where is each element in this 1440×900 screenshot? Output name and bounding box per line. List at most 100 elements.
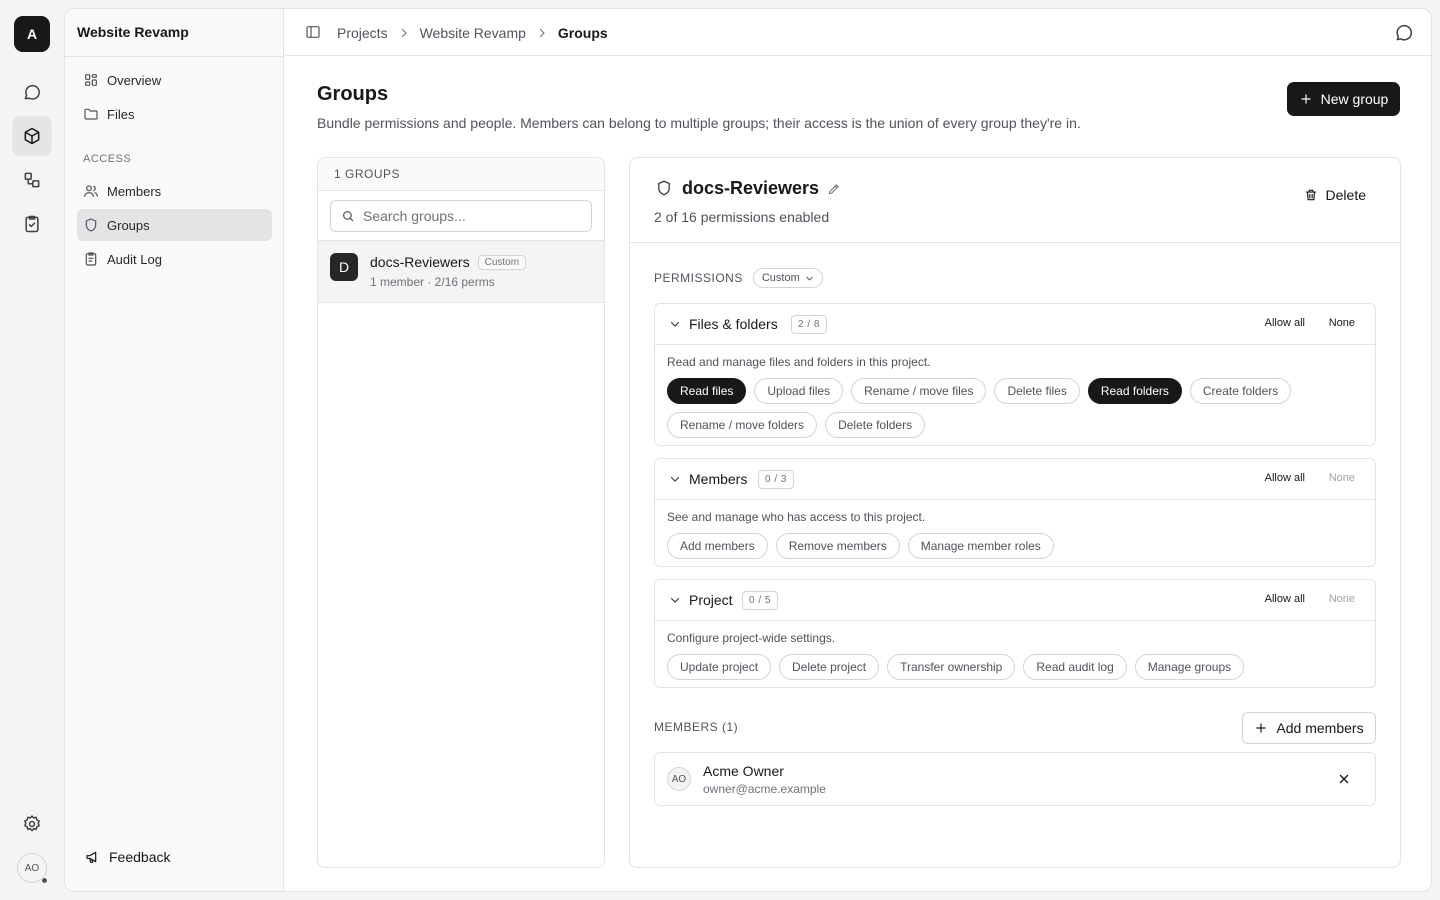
status-dot bbox=[41, 877, 48, 884]
permission-chip-manage-member-roles[interactable]: Manage member roles bbox=[907, 533, 1054, 559]
permission-chip-transfer-ownership[interactable]: Transfer ownership bbox=[887, 654, 1016, 680]
permission-category-files: Files & folders 2 / 8 Allow all None Rea… bbox=[654, 303, 1376, 446]
chat-icon[interactable] bbox=[12, 72, 52, 112]
permission-chip-read-files[interactable]: Read files bbox=[667, 378, 747, 404]
category-header[interactable]: Members 0 / 3 Allow all None bbox=[655, 459, 1375, 500]
sidebar-item-files[interactable]: Files bbox=[77, 98, 272, 130]
sidebar-item-label: Overview bbox=[107, 72, 162, 88]
category-name: Members bbox=[689, 471, 748, 487]
groups-list-panel: 1 GROUPS D docs-Reviewers Custom 1 membe… bbox=[317, 157, 605, 868]
permission-chip-rename-move-files[interactable]: Rename / move files bbox=[851, 378, 987, 404]
permission-chip-manage-groups[interactable]: Manage groups bbox=[1134, 654, 1245, 680]
sidebar-item-label: Members bbox=[107, 183, 162, 199]
permission-chip-rename-move-folders[interactable]: Rename / move folders bbox=[667, 412, 818, 438]
permission-preset-select[interactable]: Custom bbox=[752, 268, 823, 288]
members-heading: MEMBERS (1) bbox=[654, 720, 739, 734]
member-name: Acme Owner bbox=[703, 763, 784, 779]
permission-chip-read-audit-log[interactable]: Read audit log bbox=[1023, 654, 1127, 680]
breadcrumb-project[interactable]: Website Revamp bbox=[420, 25, 526, 41]
groups-count: 1 GROUPS bbox=[318, 158, 604, 191]
folder-icon bbox=[83, 106, 99, 122]
category-description: Configure project-wide settings. bbox=[667, 631, 836, 645]
none-button[interactable]: None bbox=[1329, 593, 1355, 605]
chevron-down-icon[interactable] bbox=[669, 318, 681, 330]
feedback-button[interactable]: Feedback bbox=[85, 849, 170, 865]
delete-group-button[interactable]: Delete bbox=[1292, 180, 1378, 210]
member-email: owner@acme.example bbox=[703, 782, 826, 796]
search-icon bbox=[341, 209, 355, 223]
sidebar-item-label: Files bbox=[107, 106, 135, 122]
permission-chip-add-members[interactable]: Add members bbox=[667, 533, 768, 559]
chevron-right-icon bbox=[398, 27, 410, 39]
group-detail-panel: docs-Reviewers 2 of 16 permissions enabl… bbox=[629, 157, 1401, 868]
category-description: Read and manage files and folders in thi… bbox=[667, 355, 931, 369]
breadcrumb-projects[interactable]: Projects bbox=[337, 25, 388, 41]
clipboard-list-icon bbox=[83, 251, 99, 267]
category-header[interactable]: Files & folders 2 / 8 Allow all None bbox=[655, 304, 1375, 345]
top-bar: Projects Website Revamp Groups bbox=[285, 9, 1431, 56]
allow-all-button[interactable]: Allow all bbox=[1265, 593, 1305, 605]
none-button[interactable]: None bbox=[1329, 472, 1355, 484]
workspace-logo[interactable]: A bbox=[14, 16, 50, 52]
permission-category-members: Members 0 / 3 Allow all None See and man… bbox=[654, 458, 1376, 567]
chevron-down-icon[interactable] bbox=[669, 594, 681, 606]
breadcrumb-current: Groups bbox=[557, 24, 608, 41]
sidebar-item-label: Audit Log bbox=[107, 251, 162, 267]
permissions-label: PERMISSIONS bbox=[654, 271, 743, 285]
chat-bubble-icon[interactable] bbox=[1394, 23, 1414, 43]
trash-icon bbox=[1304, 188, 1318, 202]
page-title: Groups bbox=[317, 83, 389, 105]
permission-chip-read-folders[interactable]: Read folders bbox=[1087, 378, 1182, 404]
chevron-down-icon[interactable] bbox=[669, 473, 681, 485]
permission-chip-remove-members[interactable]: Remove members bbox=[775, 533, 900, 559]
permission-chip-update-project[interactable]: Update project bbox=[667, 654, 772, 680]
chevron-down-icon bbox=[805, 274, 814, 283]
sidebar-item-members[interactable]: Members bbox=[77, 175, 272, 207]
sidebar-toggle-icon[interactable] bbox=[305, 24, 321, 40]
permission-chip-delete-project[interactable]: Delete project bbox=[779, 654, 880, 680]
permissions-heading: PERMISSIONS Custom bbox=[654, 268, 823, 288]
shield-icon bbox=[83, 217, 99, 233]
group-meta: 1 member · 2/16 perms bbox=[370, 275, 495, 289]
category-name: Files & folders bbox=[689, 316, 778, 332]
group-avatar: D bbox=[330, 253, 358, 281]
group-name: docs-Reviewers bbox=[370, 254, 470, 270]
users-icon bbox=[83, 183, 99, 199]
category-description: See and manage who has access to this pr… bbox=[667, 510, 926, 524]
project-sidebar: Website Revamp Overview Files ACCESS Mem… bbox=[65, 9, 284, 891]
cube-icon[interactable] bbox=[12, 116, 52, 156]
new-group-button[interactable]: New group bbox=[1287, 82, 1400, 116]
none-button[interactable]: None bbox=[1329, 317, 1355, 329]
megaphone-icon bbox=[85, 849, 101, 865]
add-members-button[interactable]: Add members bbox=[1242, 712, 1376, 744]
group-detail-header: docs-Reviewers 2 of 16 permissions enabl… bbox=[630, 158, 1400, 243]
group-list-item[interactable]: D docs-Reviewers Custom 1 member · 2/16 … bbox=[318, 241, 604, 303]
group-name-line: docs-Reviewers Custom bbox=[370, 254, 527, 270]
category-count: 2 / 8 bbox=[791, 315, 827, 334]
close-icon[interactable] bbox=[1337, 772, 1351, 786]
search-input[interactable] bbox=[363, 208, 583, 224]
permission-chip-delete-files[interactable]: Delete files bbox=[994, 378, 1080, 404]
pencil-icon[interactable] bbox=[827, 182, 841, 196]
feedback-label: Feedback bbox=[109, 849, 171, 865]
workflow-icon[interactable] bbox=[12, 160, 52, 200]
search-field[interactable] bbox=[330, 200, 592, 232]
permission-chip-delete-folders[interactable]: Delete folders bbox=[825, 412, 926, 438]
group-title: docs-Reviewers bbox=[682, 178, 841, 199]
shield-icon bbox=[655, 179, 673, 197]
sidebar-item-label: Groups bbox=[107, 217, 150, 233]
category-count: 0 / 5 bbox=[742, 591, 778, 610]
allow-all-button[interactable]: Allow all bbox=[1265, 317, 1305, 329]
sidebar-item-overview[interactable]: Overview bbox=[77, 64, 272, 96]
category-header[interactable]: Project 0 / 5 Allow all None bbox=[655, 580, 1375, 621]
permission-chip-upload-files[interactable]: Upload files bbox=[754, 378, 844, 404]
sidebar-item-groups[interactable]: Groups bbox=[77, 209, 272, 241]
allow-all-button[interactable]: Allow all bbox=[1265, 472, 1305, 484]
clipboard-check-icon[interactable] bbox=[12, 204, 52, 244]
sidebar-item-audit-log[interactable]: Audit Log bbox=[77, 243, 272, 275]
add-members-label: Add members bbox=[1276, 720, 1364, 736]
permission-chip-create-folders[interactable]: Create folders bbox=[1189, 378, 1292, 404]
settings-gear-icon[interactable] bbox=[12, 804, 52, 844]
chevron-right-icon bbox=[536, 27, 548, 39]
plus-icon bbox=[1254, 721, 1268, 735]
